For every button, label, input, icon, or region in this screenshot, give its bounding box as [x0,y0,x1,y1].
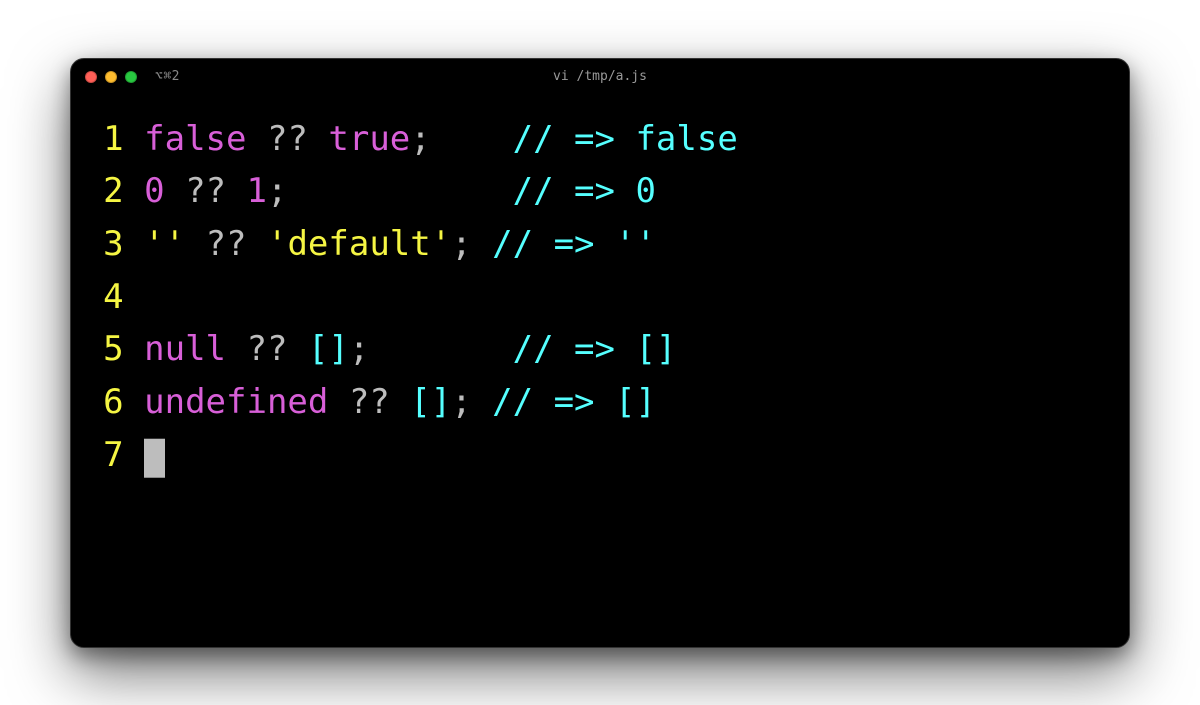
code-token: ?? [165,171,247,211]
code-content [144,429,164,482]
code-line: 5 null ?? []; // => [] [95,323,1105,376]
code-token: ; [349,329,513,369]
code-line: 20 ?? 1; // => 0 [95,165,1105,218]
code-token: // => '' [492,224,656,264]
code-content: '' ?? 'default'; // => '' [144,218,656,271]
line-number: 3 [95,218,124,271]
code-content: false ?? true; // => false [144,113,738,166]
code-token: ?? [185,224,267,264]
code-token: 0 [144,171,164,211]
code-line: 4 [95,271,1105,324]
code-token: '' [144,224,185,264]
code-line: 6 undefined ?? []; // => [] [95,376,1105,429]
code-token: // => [] [513,329,677,369]
close-icon[interactable] [85,71,97,83]
code-token: [] [410,382,451,422]
code-line: 7 [95,429,1105,482]
code-token: true [328,119,410,159]
terminal-window: ⌥⌘2 vi /tmp/a.js 1false ?? true; // => f… [70,58,1130,648]
code-token: ; [267,171,513,211]
tab-indicator: ⌥⌘2 [155,69,180,84]
titlebar: ⌥⌘2 vi /tmp/a.js [71,59,1129,95]
code-content: 0 ?? 1; // => 0 [144,165,656,218]
code-token: 'default' [267,224,451,264]
traffic-lights [85,71,137,83]
code-token: ; [451,224,492,264]
code-token: ; [410,119,512,159]
line-number: 2 [95,165,124,218]
editor-area[interactable]: 1false ?? true; // => false20 ?? 1; // =… [71,95,1129,647]
code-content: undefined ?? []; // => [] [144,376,656,429]
line-number: 6 [95,376,124,429]
code-token: ?? [226,329,308,369]
code-line: 3 '' ?? 'default'; // => '' [95,218,1105,271]
code-line: 1 false ?? true; // => false [95,113,1105,166]
line-number: 7 [95,429,124,482]
minimize-icon[interactable] [105,71,117,83]
cursor [144,438,164,477]
code-token: false [144,119,246,159]
code-token: // => [] [492,382,656,422]
zoom-icon[interactable] [125,71,137,83]
code-token: null [144,329,226,369]
line-number: 5 [95,323,124,376]
code-token: // => 0 [513,171,656,211]
code-token: 1 [247,171,267,211]
code-token: ?? [328,382,410,422]
line-number: 1 [95,113,124,166]
code-token: ?? [246,119,328,159]
code-content: null ?? []; // => [] [144,323,676,376]
code-token: // => false [513,119,738,159]
code-token: [] [308,329,349,369]
window-title: vi /tmp/a.js [553,69,647,84]
code-token: ; [451,382,492,422]
code-token: undefined [144,382,328,422]
line-number: 4 [95,271,124,324]
